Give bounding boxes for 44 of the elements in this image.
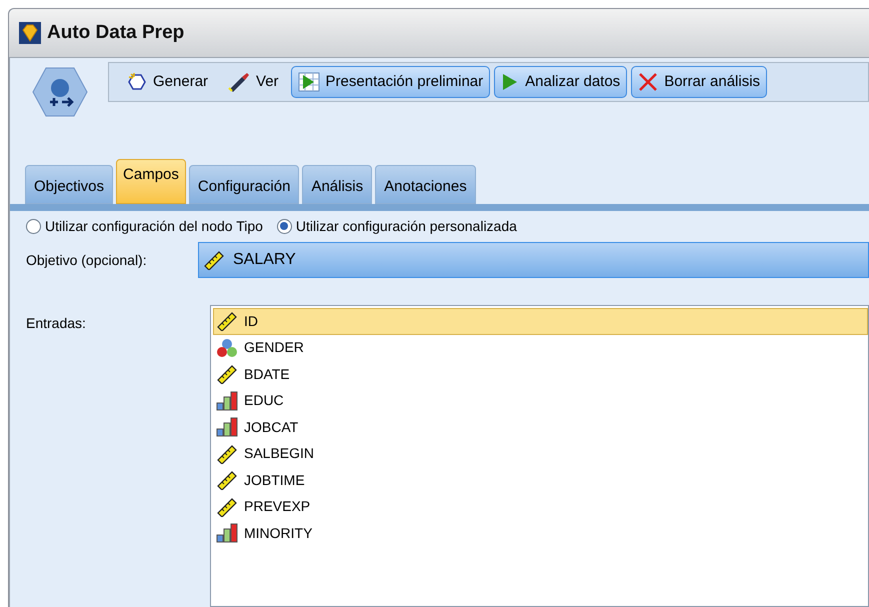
radio-label: Utilizar configuración personalizada bbox=[296, 216, 517, 236]
tab[interactable]: Anotaciones bbox=[375, 165, 476, 204]
toolbar-button[interactable]: Presentación preliminar bbox=[290, 66, 490, 98]
bar-chart-icon bbox=[216, 523, 238, 544]
table-play-icon bbox=[298, 72, 320, 92]
ruler-icon bbox=[216, 496, 238, 517]
tab[interactable]: Análisis bbox=[302, 165, 372, 204]
radio-button[interactable] bbox=[276, 218, 292, 234]
ruler-icon bbox=[216, 444, 238, 464]
tab[interactable]: Campos bbox=[116, 159, 186, 204]
field-item[interactable]: ID bbox=[213, 308, 868, 334]
ruler-icon bbox=[203, 250, 225, 270]
circles-icon bbox=[216, 338, 238, 358]
field-item[interactable]: JOBTIME bbox=[213, 467, 868, 494]
field-item[interactable]: MINORITY bbox=[213, 520, 868, 546]
tab[interactable]: Configuración bbox=[188, 165, 300, 204]
field-item[interactable]: PREVEXP bbox=[213, 494, 868, 520]
diamond-icon bbox=[19, 22, 41, 44]
play-icon bbox=[501, 72, 520, 92]
hexagon-icon bbox=[127, 72, 147, 92]
toolbar-button[interactable]: Generar bbox=[119, 66, 216, 98]
target-field[interactable]: SALARY bbox=[198, 242, 869, 278]
field-item[interactable]: SALBEGIN bbox=[213, 440, 868, 467]
window-title: Auto Data Prep bbox=[47, 20, 184, 45]
field-item[interactable]: JOBCAT bbox=[213, 414, 868, 440]
field-item[interactable]: BDATE bbox=[213, 361, 868, 388]
ruler-icon bbox=[216, 311, 238, 332]
field-item[interactable]: EDUC bbox=[213, 388, 868, 414]
field-label: Entradas: bbox=[26, 314, 87, 333]
close-icon bbox=[638, 72, 658, 92]
toolbar-button[interactable]: Borrar análisis bbox=[631, 66, 768, 98]
radio-label: Utilizar configuración del nodo Tipo bbox=[45, 216, 263, 236]
toolbar-button[interactable]: Analizar datos bbox=[494, 66, 628, 98]
ruler-icon bbox=[216, 364, 238, 384]
toolbar-button[interactable]: Ver bbox=[220, 66, 287, 98]
bar-chart-icon bbox=[216, 417, 238, 438]
tab[interactable]: Objectivos bbox=[25, 165, 114, 204]
radio-button[interactable] bbox=[26, 218, 41, 234]
node-icon bbox=[32, 66, 88, 118]
ruler-icon bbox=[216, 470, 238, 490]
bar-chart-icon bbox=[216, 390, 238, 411]
field-item[interactable]: GENDER bbox=[213, 334, 868, 361]
field-label: Objetivo (opcional): bbox=[26, 250, 148, 270]
flashlight-icon bbox=[228, 72, 250, 92]
